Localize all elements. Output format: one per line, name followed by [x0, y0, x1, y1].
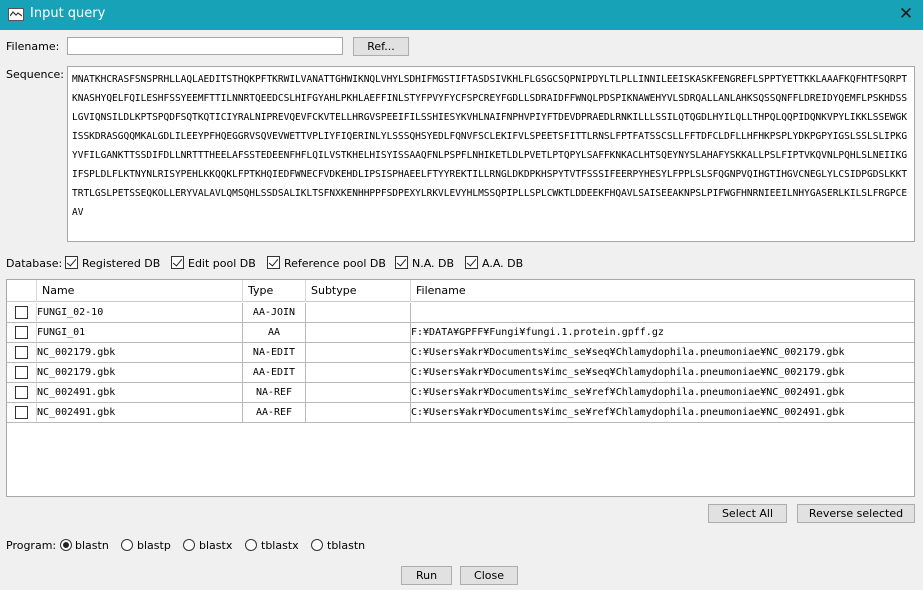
row-checkbox[interactable]: [15, 386, 28, 399]
tblastn-label: tblastn: [327, 539, 366, 552]
row-filename: C:¥Users¥akr¥Documents¥imc_se¥ref¥Chlamy…: [411, 403, 914, 423]
row-checkbox[interactable]: [15, 306, 28, 319]
tblastn-radio[interactable]: [311, 539, 323, 551]
row-checkbox[interactable]: [15, 366, 28, 379]
row-subtype: [306, 343, 411, 363]
run-button[interactable]: Run: [401, 566, 452, 585]
blastp-radio[interactable]: [121, 539, 133, 551]
aa-db-label: A.A. DB: [482, 257, 524, 270]
na-db-label: N.A. DB: [412, 257, 455, 270]
table-row[interactable]: FUNGI_02-10 AA-JOIN: [7, 303, 914, 323]
row-checkbox[interactable]: [15, 346, 28, 359]
na-db-checkbox[interactable]: [395, 256, 408, 269]
row-subtype: [306, 303, 411, 323]
row-name: FUNGI_01: [37, 323, 243, 343]
edit-pool-db-checkbox[interactable]: [171, 256, 184, 269]
title-bar[interactable]: Input query ✕: [0, 0, 923, 30]
blastn-radio[interactable]: [60, 539, 72, 551]
column-header-select[interactable]: [7, 280, 37, 302]
column-header-type[interactable]: Type: [243, 280, 306, 302]
row-filename: [411, 303, 914, 323]
blastp-label: blastp: [137, 539, 171, 552]
reference-pool-db-label: Reference pool DB: [284, 257, 386, 270]
select-all-button[interactable]: Select All: [708, 504, 787, 523]
row-name: FUNGI_02-10: [37, 303, 243, 323]
table-row[interactable]: FUNGI_01 AA F:¥DATA¥GPFF¥Fungi¥fungi.1.p…: [7, 323, 914, 343]
table-row[interactable]: NC_002179.gbk NA-EDIT C:¥Users¥akr¥Docum…: [7, 343, 914, 363]
column-header-name[interactable]: Name: [37, 280, 243, 302]
row-type: AA-EDIT: [243, 363, 306, 383]
filename-label: Filename:: [6, 40, 60, 53]
row-type: AA: [243, 323, 306, 343]
blastn-label: blastn: [75, 539, 109, 552]
row-filename: F:¥DATA¥GPFF¥Fungi¥fungi.1.protein.gpff.…: [411, 323, 914, 343]
row-checkbox[interactable]: [15, 326, 28, 339]
reverse-selected-button[interactable]: Reverse selected: [797, 504, 915, 523]
program-label: Program:: [6, 539, 57, 552]
column-header-subtype[interactable]: Subtype: [306, 280, 411, 302]
ref-button[interactable]: Ref...: [353, 37, 409, 56]
row-subtype: [306, 363, 411, 383]
row-name: NC_002491.gbk: [37, 383, 243, 403]
column-header-filename[interactable]: Filename: [411, 280, 914, 302]
row-filename: C:¥Users¥akr¥Documents¥imc_se¥seq¥Chlamy…: [411, 363, 914, 383]
blastx-radio[interactable]: [183, 539, 195, 551]
registered-db-checkbox[interactable]: [65, 256, 78, 269]
table-row[interactable]: NC_002179.gbk AA-EDIT C:¥Users¥akr¥Docum…: [7, 363, 914, 383]
close-icon[interactable]: ✕: [895, 3, 917, 25]
reference-pool-db-checkbox[interactable]: [267, 256, 280, 269]
row-name: NC_002179.gbk: [37, 343, 243, 363]
sequence-textarea[interactable]: MNATKHCRASFSNSPRHLLAQLAEDITSTHQKPFTKRWIL…: [67, 66, 915, 242]
row-name: NC_002491.gbk: [37, 403, 243, 423]
edit-pool-db-label: Edit pool DB: [188, 257, 256, 270]
row-filename: C:¥Users¥akr¥Documents¥imc_se¥seq¥Chlamy…: [411, 343, 914, 363]
table-row[interactable]: NC_002491.gbk NA-REF C:¥Users¥akr¥Docume…: [7, 383, 914, 403]
row-type: AA-JOIN: [243, 303, 306, 323]
database-label: Database:: [6, 257, 63, 270]
aa-db-checkbox[interactable]: [465, 256, 478, 269]
app-window-icon: [8, 8, 24, 21]
sequence-label: Sequence:: [6, 68, 64, 81]
tblastx-label: tblastx: [261, 539, 299, 552]
row-type: NA-EDIT: [243, 343, 306, 363]
row-type: NA-REF: [243, 383, 306, 403]
window-title: Input query: [30, 6, 106, 21]
row-checkbox[interactable]: [15, 406, 28, 419]
filename-input[interactable]: [67, 37, 343, 55]
table-row[interactable]: NC_002491.gbk AA-REF C:¥Users¥akr¥Docume…: [7, 403, 914, 423]
close-button[interactable]: Close: [460, 566, 518, 585]
row-name: NC_002179.gbk: [37, 363, 243, 383]
row-subtype: [306, 383, 411, 403]
row-subtype: [306, 403, 411, 423]
registered-db-label: Registered DB: [82, 257, 161, 270]
blastx-label: blastx: [199, 539, 233, 552]
database-table[interactable]: Name Type Subtype Filename FUNGI_02-10 A…: [6, 279, 915, 497]
tblastx-radio[interactable]: [245, 539, 257, 551]
row-type: AA-REF: [243, 403, 306, 423]
row-filename: C:¥Users¥akr¥Documents¥imc_se¥ref¥Chlamy…: [411, 383, 914, 403]
row-subtype: [306, 323, 411, 343]
